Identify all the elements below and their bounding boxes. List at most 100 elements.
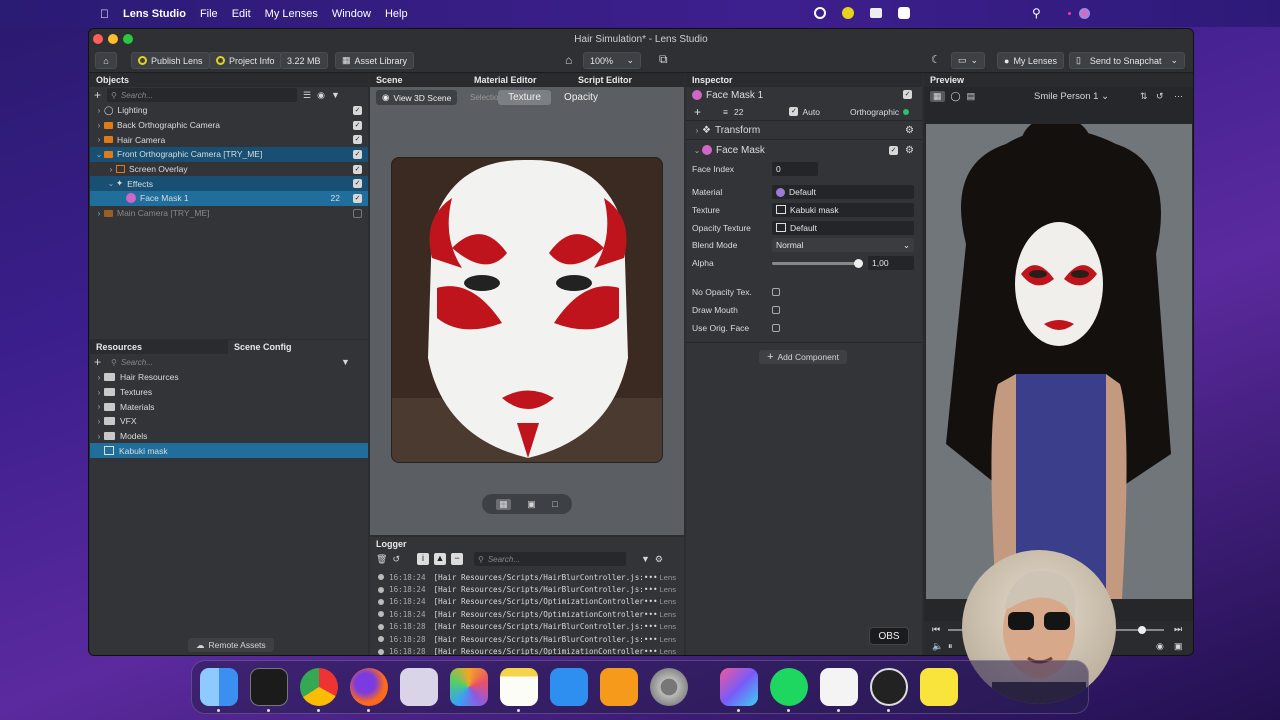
log-row[interactable]: 16:18:28 [Hair Resources/Scripts/Optimiza… [370, 645, 684, 655]
resource-row[interactable]: › Hair Resources [90, 370, 368, 385]
home-button[interactable]: ⌂ [95, 52, 117, 69]
photos-icon[interactable] [450, 668, 488, 706]
pages-icon[interactable] [600, 668, 638, 706]
object-row-face-mask-1[interactable]: Face Mask 1 22 ✓ [90, 191, 368, 206]
minimize-window-button[interactable] [108, 34, 118, 44]
add-component-button[interactable]: + Add Component [759, 350, 847, 365]
logger-search-input[interactable]: ⚲ Search... [473, 552, 626, 566]
object-row-hair-camera[interactable]: › Hair Camera ✓ [90, 132, 368, 147]
log-row[interactable]: 16:18:24 [Hair Resources/Scripts/Optimiza… [370, 596, 684, 608]
chevron-right-icon[interactable]: › [94, 121, 104, 130]
status-icon[interactable] [870, 8, 882, 18]
object-row-main-camera[interactable]: › Main Camera [TRY_ME] [90, 206, 368, 221]
visibility-checkbox[interactable]: ✓ [353, 120, 362, 130]
info-filter-icon[interactable]: i [416, 553, 429, 565]
remote-assets-button[interactable]: ☁ Remote Assets [188, 638, 274, 652]
menu-window[interactable]: Window [332, 8, 371, 20]
more-icon[interactable]: ••• [644, 610, 658, 619]
face-index-input[interactable]: 0 [772, 161, 818, 176]
visibility-checkbox[interactable]: ✓ [353, 150, 362, 160]
enabled-checkbox[interactable]: ✓ [903, 90, 912, 99]
wireframe-icon[interactable]: ▦ [496, 498, 511, 510]
tab-material-editor[interactable]: Material Editor [474, 75, 578, 85]
gizmo-icon[interactable]: □ [552, 499, 557, 509]
texture-toggle[interactable]: Texture [498, 90, 551, 105]
launchpad-icon[interactable] [400, 668, 438, 706]
mode-icon[interactable]: ▦ [930, 90, 945, 102]
chevron-right-icon[interactable]: › [94, 373, 104, 382]
tab-resources[interactable]: Resources [90, 342, 228, 352]
log-row[interactable]: 16:18:24 [Hair Resources/Scripts/HairBlur… [370, 571, 684, 583]
tab-scene[interactable]: Scene [370, 75, 474, 85]
chevron-down-icon[interactable]: ⌄ [106, 179, 116, 188]
siri-icon[interactable] [1079, 8, 1090, 19]
more-icon[interactable]: ••• [644, 635, 658, 644]
menu-help[interactable]: Help [385, 8, 408, 20]
chevron-right-icon[interactable]: › [94, 402, 104, 411]
filter-icon[interactable]: ▼ [341, 357, 350, 367]
chevron-right-icon[interactable]: › [94, 106, 104, 115]
status-icon[interactable] [842, 7, 854, 19]
warning-filter-icon[interactable]: ▲ [433, 553, 446, 565]
status-icon[interactable] [814, 7, 826, 19]
visibility-checkbox[interactable]: ✓ [353, 194, 362, 204]
chevron-right-icon[interactable]: › [94, 135, 104, 144]
error-filter-icon[interactable]: − [450, 553, 463, 565]
auto-scroll-icon[interactable]: ↺ [392, 554, 400, 565]
objects-search-input[interactable]: ⚲ Search... [107, 88, 298, 102]
log-row[interactable]: 16:18:24 [Hair Resources/Scripts/Optimiza… [370, 608, 684, 620]
lens-studio-icon[interactable] [820, 668, 858, 706]
resource-row[interactable]: › Materials [90, 399, 368, 414]
publish-lens-button[interactable]: Publish Lens [131, 52, 210, 69]
chevron-right-icon[interactable]: › [94, 209, 104, 218]
log-row[interactable]: 16:18:28 [Hair Resources/Scripts/HairBlur… [370, 621, 684, 633]
object-row-front-ortho-camera[interactable]: ⌄ Front Orthographic Camera [TRY_ME] ✓ [90, 147, 368, 162]
alpha-slider[interactable] [772, 258, 863, 268]
tab-script-editor[interactable]: Script Editor [578, 75, 632, 85]
alpha-slider-thumb[interactable] [854, 258, 863, 268]
chrome-icon[interactable] [300, 668, 338, 706]
menu-file[interactable]: File [200, 8, 218, 20]
visibility-checkbox[interactable]: ✓ [353, 164, 362, 174]
resource-row[interactable]: › Models [90, 429, 368, 444]
chevron-right-icon[interactable]: › [692, 126, 702, 135]
asset-library-button[interactable]: ▦ Asset Library [335, 52, 415, 69]
chevron-right-icon[interactable]: › [94, 388, 104, 397]
auto-checkbox[interactable]: ✓ [789, 107, 799, 116]
search-icon[interactable]: ⚲ [1032, 6, 1041, 20]
home-scene-icon[interactable]: ⌂ [565, 53, 572, 67]
visibility-checkbox[interactable]: ✓ [353, 135, 362, 145]
chevron-right-icon[interactable]: › [94, 417, 104, 426]
more-icon[interactable]: ••• [644, 573, 658, 582]
focus-icon[interactable]: ▣ [527, 499, 536, 510]
more-icon[interactable]: ••• [644, 597, 658, 606]
record-icon[interactable]: ◉ [1156, 641, 1164, 652]
visibility-checkbox[interactable] [353, 208, 362, 218]
no-opacity-checkbox[interactable] [772, 288, 780, 297]
component-enabled-checkbox[interactable]: ✓ [889, 145, 898, 155]
object-row-back-ortho-camera[interactable]: › Back Orthographic Camera ✓ [90, 118, 368, 133]
more-icon[interactable]: ⋯ [1174, 91, 1183, 102]
add-icon[interactable]: + [94, 355, 101, 369]
skip-back-icon[interactable]: ⏮ [932, 624, 940, 635]
face-texture-viewport[interactable] [391, 157, 663, 463]
obs-icon[interactable] [870, 668, 908, 706]
chevron-right-icon[interactable]: › [94, 432, 104, 441]
close-window-button[interactable] [93, 34, 103, 44]
gear-icon[interactable]: ⚙ [905, 145, 914, 156]
opacity-toggle[interactable]: Opacity [556, 90, 606, 105]
notes-icon[interactable] [500, 668, 538, 706]
moon-icon[interactable]: ☾ [931, 53, 941, 66]
shortcuts-icon[interactable] [720, 668, 758, 706]
resources-search-input[interactable]: ⚲ Search... [107, 355, 335, 369]
chevron-right-icon[interactable]: › [106, 165, 116, 174]
log-row[interactable]: 16:18:28 [Hair Resources/Scripts/HairBlur… [370, 633, 684, 645]
object-row-screen-overlay[interactable]: › Screen Overlay ✓ [90, 162, 368, 177]
add-icon[interactable]: + [94, 88, 101, 102]
zoom-window-button[interactable] [123, 34, 133, 44]
more-icon[interactable]: ••• [644, 622, 658, 631]
reset-icon[interactable]: ↺ [1156, 91, 1164, 102]
view-3d-scene-button[interactable]: ◉ View 3D Scene [376, 90, 458, 105]
layers-icon[interactable]: ≡ [723, 107, 728, 117]
list-icon[interactable]: ☰ [303, 90, 311, 101]
